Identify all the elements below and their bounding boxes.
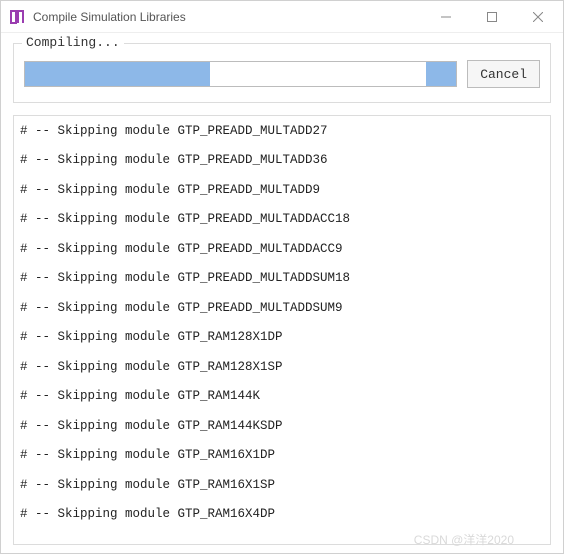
progress-fill-primary [25,62,210,86]
log-line: # -- Skipping module GTP_RAM144KSDP [20,418,544,436]
progress-fill-secondary [426,62,456,86]
progress-bar [24,61,457,87]
log-output[interactable]: # -- Skipping module GTP_PREADD_MULTADD1… [13,115,551,545]
app-icon [9,9,25,25]
window-controls [423,2,561,32]
dialog-window: Compile Simulation Libraries Compiling..… [0,0,564,554]
title-bar: Compile Simulation Libraries [1,1,563,33]
log-line: # -- Skipping module GTP_RAM128X1DP [20,329,544,347]
log-line: # -- Skipping module GTP_RAM16X4DP [20,506,544,524]
log-line: # -- Skipping module GTP_RAM16X1SP [20,477,544,495]
log-line: # -- Skipping module GTP_RAM16X1DP [20,447,544,465]
log-line: # -- Skipping module GTP_PREADD_MULTADD9 [20,182,544,200]
groupbox-label: Compiling... [22,35,124,50]
window-title: Compile Simulation Libraries [33,10,423,24]
log-line: # -- Skipping module GTP_PREADD_MULTADD3… [20,152,544,170]
log-line: # -- Skipping module GTP_PREADD_MULTADDS… [20,300,544,318]
maximize-button[interactable] [469,2,515,32]
log-line: # -- Skipping module GTP_PREADD_MULTADDA… [20,211,544,229]
log-line: # -- Skipping module GTP_RAM144K [20,388,544,406]
progress-groupbox: Compiling... Cancel [13,43,551,103]
client-area: Compiling... Cancel # -- Skipping module… [1,33,563,553]
log-line: # -- Skipping module GTP_PREADD_MULTADDA… [20,241,544,259]
cancel-button[interactable]: Cancel [467,60,540,88]
log-line: # -- Skipping module GTP_PREADD_MULTADDS… [20,270,544,288]
log-line: # -- Skipping module GTP_PREADD_MULTADD2… [20,123,544,141]
minimize-button[interactable] [423,2,469,32]
log-line: # -- Skipping module GTP_RAM128X1SP [20,359,544,377]
close-button[interactable] [515,2,561,32]
